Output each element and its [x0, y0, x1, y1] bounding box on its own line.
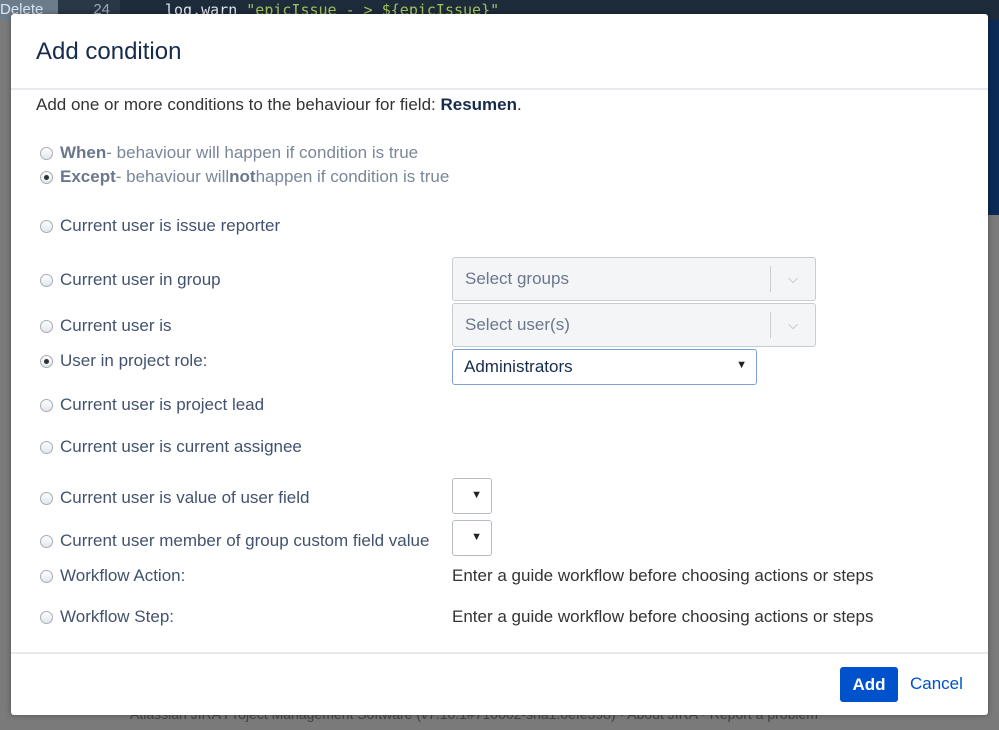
group-custom-field-radio[interactable] [40, 534, 53, 548]
field-name: Resumen [440, 95, 517, 114]
mode-except-option[interactable]: Except - behaviour will not happen if co… [40, 167, 449, 187]
condition-in-group[interactable]: Current user in group [40, 270, 221, 290]
cancel-link[interactable]: Cancel [910, 674, 963, 694]
except-label: Except [60, 167, 116, 186]
user-field-select[interactable]: ▼ [452, 478, 492, 514]
condition-assignee[interactable]: Current user is current assignee [40, 437, 302, 457]
groups-placeholder: Select groups [465, 269, 569, 288]
condition-is-user[interactable]: Current user is [40, 316, 171, 336]
condition-group-custom-field[interactable]: Current user member of group custom fiel… [40, 531, 429, 551]
caret-down-icon: ▼ [471, 489, 482, 501]
workflow-step-radio[interactable] [40, 610, 53, 624]
project-role-radio[interactable] [40, 354, 53, 368]
except-radio[interactable] [40, 170, 53, 184]
project-role-value: Administrators [464, 357, 573, 376]
dialog-footer: Add Cancel [11, 652, 988, 715]
when-radio[interactable] [40, 146, 53, 160]
project-role-label: User in project role: [60, 351, 208, 370]
reporter-label: Current user is issue reporter [60, 216, 281, 235]
dialog-body: Add one or more conditions to the behavi… [11, 90, 988, 650]
project-lead-radio[interactable] [40, 398, 53, 412]
when-text: - behaviour will happen if condition is … [106, 143, 419, 162]
is-user-radio[interactable] [40, 319, 53, 333]
chevron-down-icon[interactable]: ⌵ [771, 317, 815, 333]
condition-workflow-step[interactable]: Workflow Step: [40, 607, 174, 627]
assignee-label: Current user is current assignee [60, 437, 302, 456]
except-not: not [229, 167, 256, 186]
reporter-radio[interactable] [40, 219, 53, 233]
mode-when-option[interactable]: When - behaviour will happen if conditio… [40, 143, 418, 163]
in-group-radio[interactable] [40, 273, 53, 287]
workflow-action-note: Enter a guide workflow before choosing a… [452, 566, 874, 585]
condition-user-field[interactable]: Current user is value of user field [40, 488, 309, 508]
condition-project-lead[interactable]: Current user is project lead [40, 395, 264, 415]
condition-reporter[interactable]: Current user is issue reporter [40, 216, 280, 236]
workflow-step-label: Workflow Step: [60, 607, 175, 626]
project-lead-label: Current user is project lead [60, 395, 265, 414]
add-condition-dialog: Add condition Add one or more conditions… [11, 14, 988, 715]
workflow-action-label: Workflow Action: [60, 566, 186, 585]
select-groups-input[interactable]: Select groups ⌵ [452, 257, 816, 301]
add-button[interactable]: Add [840, 667, 898, 702]
caret-down-icon: ▼ [471, 531, 482, 543]
group-custom-field-label: Current user member of group custom fiel… [60, 531, 430, 550]
intro-end: . [517, 95, 522, 114]
assignee-radio[interactable] [40, 440, 53, 454]
when-label: When [60, 143, 107, 162]
background-panel [988, 20, 999, 215]
chevron-down-icon[interactable]: ⌵ [771, 271, 815, 287]
condition-workflow-action[interactable]: Workflow Action: [40, 566, 185, 586]
workflow-step-note: Enter a guide workflow before choosing a… [452, 607, 874, 626]
is-user-label: Current user is [60, 316, 172, 335]
users-placeholder: Select user(s) [465, 315, 570, 334]
user-field-radio[interactable] [40, 491, 53, 505]
dialog-header: Add condition [11, 14, 988, 90]
project-role-select[interactable]: Administrators ▼ [452, 349, 757, 385]
dialog-title: Add condition [36, 38, 182, 65]
except-text-2: happen if condition is true [255, 167, 450, 186]
user-field-label: Current user is value of user field [60, 488, 310, 507]
intro-text: Add one or more conditions to the behavi… [36, 95, 522, 115]
workflow-action-radio[interactable] [40, 569, 53, 583]
select-users-input[interactable]: Select user(s) ⌵ [452, 303, 816, 347]
intro-label: Add one or more conditions to the behavi… [36, 95, 441, 114]
condition-project-role[interactable]: User in project role: [40, 351, 207, 371]
caret-down-icon: ▼ [736, 359, 747, 371]
group-custom-field-select[interactable]: ▼ [452, 520, 492, 556]
except-text-1: - behaviour will [115, 167, 230, 186]
in-group-label: Current user in group [60, 270, 221, 289]
